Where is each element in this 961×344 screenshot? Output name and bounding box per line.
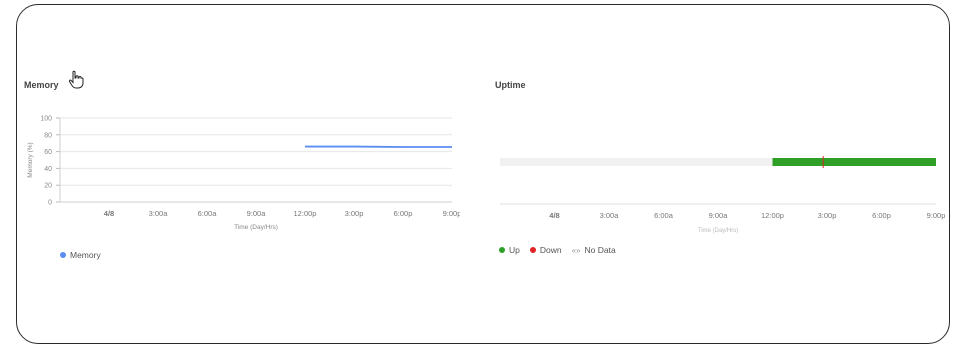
x-tick-label: 12:00p [294, 209, 317, 218]
x-axis-label: Time (Day/Hrs) [234, 224, 278, 231]
y-tick-label: 80 [44, 132, 52, 139]
x-tick-label: 6:00p [394, 209, 413, 218]
y-tick-label: 40 [44, 166, 52, 173]
legend-item-memory[interactable]: Memory [60, 250, 101, 260]
uptime-no-data-segment [500, 158, 773, 166]
uptime-up-segment [773, 158, 937, 166]
down-legend-dot [530, 247, 536, 253]
memory-chart: 0 20 40 60 80 100 4/8 3:00a 6:00a 9:00a 12:00p 3:00… [20, 108, 460, 238]
x-tick-label: 6:00p [872, 211, 891, 220]
memory-legend: Memory [60, 250, 111, 260]
x-tick-label: 12:00p [761, 211, 784, 220]
x-tick-label: 3:00p [345, 209, 364, 218]
uptime-panel-title: Uptime [495, 80, 526, 90]
x-tick-label: 9:00p [927, 211, 946, 220]
uptime-legend: Up Down «» No Data [499, 245, 626, 255]
hand-pointer-icon [66, 70, 86, 90]
x-tick-label: 9:00p [443, 209, 460, 218]
up-legend-dot [499, 247, 505, 253]
x-tick-label: 9:00a [247, 209, 267, 218]
legend-label-down: Down [540, 245, 562, 255]
x-tick-label: 4/8 [104, 209, 114, 218]
memory-panel-title: Memory [24, 80, 59, 90]
legend-item-down[interactable]: Down [530, 245, 562, 255]
x-tick-label: 3:00a [600, 211, 620, 220]
y-tick-label: 20 [44, 183, 52, 190]
legend-label-no-data: No Data [585, 245, 616, 255]
y-tick-label: 100 [40, 116, 52, 123]
x-tick-label: 3:00p [818, 211, 837, 220]
uptime-chart: 4/8 3:00a 6:00a 9:00a 12:00p 3:00p 6:00p 9:00p T… [490, 140, 955, 240]
x-tick-label: 6:00a [198, 209, 218, 218]
x-tick-label: 6:00a [654, 211, 674, 220]
x-tick-label: 4/8 [549, 211, 559, 220]
legend-label-up: Up [509, 245, 520, 255]
no-data-icon: «» [572, 246, 581, 255]
x-axis-label: Time (Day/Hrs) [698, 228, 738, 234]
y-tick-label: 60 [44, 149, 52, 156]
memory-legend-dot [60, 252, 66, 258]
legend-item-no-data[interactable]: «» No Data [572, 245, 616, 255]
x-tick-label: 9:00a [709, 211, 729, 220]
y-tick-label: 0 [48, 200, 52, 207]
x-tick-label: 3:00a [149, 209, 169, 218]
legend-item-up[interactable]: Up [499, 245, 520, 255]
legend-label-memory: Memory [70, 250, 101, 260]
y-axis-label: Memory (%) [27, 142, 34, 177]
